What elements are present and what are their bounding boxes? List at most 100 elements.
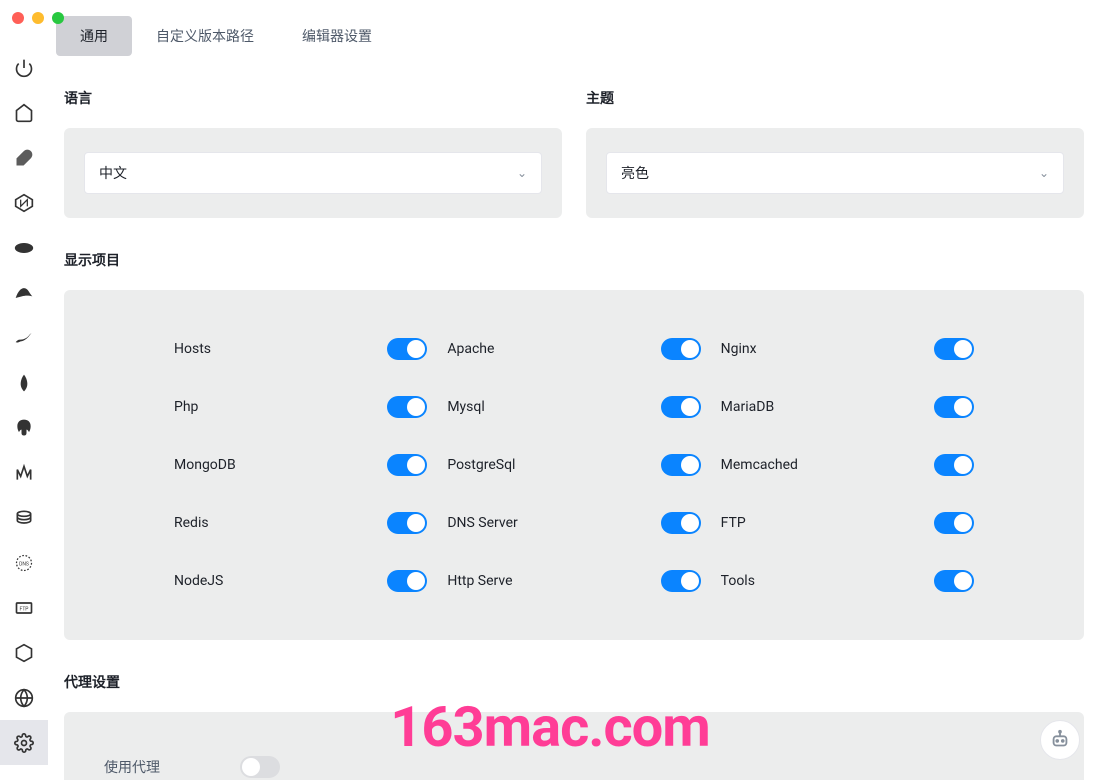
section-title-language: 语言	[64, 88, 562, 108]
toggle-label: MongoDB	[174, 457, 367, 473]
sidebar-item-php[interactable]	[0, 225, 48, 270]
tab-general[interactable]: 通用	[56, 16, 132, 56]
tabs: 通用 自定义版本路径 编辑器设置	[48, 0, 1100, 56]
proxy-switch[interactable]	[240, 756, 280, 778]
dns-icon: DNS	[14, 553, 34, 573]
toggle-switch[interactable]	[661, 570, 701, 592]
toggle-label: Redis	[174, 515, 367, 531]
sidebar-item-power[interactable]	[0, 45, 48, 90]
toggle-switch[interactable]	[934, 396, 974, 418]
theme-select-value: 亮色	[621, 163, 649, 183]
switch-knob	[242, 758, 260, 776]
tab-custom-path[interactable]: 自定义版本路径	[132, 16, 278, 56]
app-container: DNS FTP 通用 自定义版本路径 编辑器设置 语言	[0, 0, 1100, 780]
sidebar-item-apache[interactable]	[0, 135, 48, 180]
toggle-switch[interactable]	[387, 396, 427, 418]
sidebar-item-dns[interactable]: DNS	[0, 540, 48, 585]
maximize-window-button[interactable]	[52, 12, 64, 24]
switch-knob	[681, 340, 699, 358]
toggle-item: NodeJS	[174, 570, 427, 592]
svg-text:FTP: FTP	[20, 606, 29, 612]
php-icon	[14, 238, 34, 258]
toggle-item: FTP	[721, 512, 974, 534]
toggle-switch[interactable]	[387, 454, 427, 476]
sidebar-item-mysql[interactable]	[0, 270, 48, 315]
switch-knob	[954, 340, 972, 358]
toggle-switch[interactable]	[387, 570, 427, 592]
sidebar-item-ftp[interactable]: FTP	[0, 585, 48, 630]
svg-text:DNS: DNS	[19, 561, 29, 567]
switch-knob	[407, 456, 425, 474]
mysql-icon	[14, 283, 34, 303]
sidebar-item-nginx[interactable]	[0, 180, 48, 225]
switch-knob	[681, 514, 699, 532]
toggle-switch[interactable]	[387, 512, 427, 534]
close-window-button[interactable]	[12, 12, 24, 24]
toggle-switch[interactable]	[934, 338, 974, 360]
toggle-switch[interactable]	[387, 338, 427, 360]
nodejs-icon	[14, 643, 34, 663]
main-content: 通用 自定义版本路径 编辑器设置 语言 中文 ⌄ 主题	[48, 0, 1100, 780]
switch-knob	[954, 514, 972, 532]
sidebar-item-http[interactable]	[0, 675, 48, 720]
toggle-label: Apache	[447, 341, 640, 357]
mongodb-icon	[14, 373, 34, 393]
switch-knob	[407, 340, 425, 358]
toggle-switch[interactable]	[661, 396, 701, 418]
tab-editor-settings[interactable]: 编辑器设置	[278, 16, 396, 56]
chat-button[interactable]	[1040, 720, 1080, 760]
toggle-label: Http Serve	[447, 573, 640, 589]
toggle-label: Memcached	[721, 457, 914, 473]
section-title-proxy: 代理设置	[64, 672, 1084, 692]
sidebar-item-redis[interactable]	[0, 495, 48, 540]
switch-knob	[407, 514, 425, 532]
switch-knob	[681, 572, 699, 590]
sidebar-item-settings[interactable]	[0, 720, 48, 765]
theme-select[interactable]: 亮色 ⌄	[606, 152, 1064, 194]
feather-icon	[14, 148, 34, 168]
toggle-item: DNS Server	[447, 512, 700, 534]
toggle-label: Hosts	[174, 341, 367, 357]
home-icon	[14, 103, 34, 123]
window-controls	[12, 12, 64, 24]
sidebar-item-mariadb[interactable]	[0, 315, 48, 360]
switch-knob	[681, 456, 699, 474]
show-items-card: HostsApacheNginxPhpMysqlMariaDBMongoDBPo…	[64, 290, 1084, 640]
toggle-grid: HostsApacheNginxPhpMysqlMariaDBMongoDBPo…	[84, 314, 1064, 616]
language-select[interactable]: 中文 ⌄	[84, 152, 542, 194]
toggle-item: Memcached	[721, 454, 974, 476]
toggle-label: DNS Server	[447, 515, 640, 531]
power-icon	[14, 58, 34, 78]
toggle-switch[interactable]	[661, 338, 701, 360]
toggle-switch[interactable]	[934, 454, 974, 476]
toggle-switch[interactable]	[661, 512, 701, 534]
gear-icon	[14, 733, 34, 753]
toggle-item: Hosts	[174, 338, 427, 360]
ftp-icon: FTP	[14, 598, 34, 618]
sidebar-item-home[interactable]	[0, 90, 48, 135]
mariadb-icon	[14, 328, 34, 348]
toggle-switch[interactable]	[934, 512, 974, 534]
sidebar-item-postgresql[interactable]	[0, 405, 48, 450]
language-card: 中文 ⌄	[64, 128, 562, 218]
sidebar-item-nodejs[interactable]	[0, 630, 48, 675]
switch-knob	[954, 398, 972, 416]
toggle-item: MariaDB	[721, 396, 974, 418]
toggle-label: MariaDB	[721, 399, 914, 415]
minimize-window-button[interactable]	[32, 12, 44, 24]
toggle-label: Tools	[721, 573, 914, 589]
toggle-item: Http Serve	[447, 570, 700, 592]
toggle-switch[interactable]	[934, 570, 974, 592]
section-title-theme: 主题	[586, 88, 1084, 108]
toggle-switch[interactable]	[661, 454, 701, 476]
toggle-label: Php	[174, 399, 367, 415]
sidebar-item-mongodb[interactable]	[0, 360, 48, 405]
switch-knob	[954, 456, 972, 474]
content-scroll[interactable]: 语言 中文 ⌄ 主题 亮色 ⌄	[48, 56, 1100, 780]
toggle-label: Nginx	[721, 341, 914, 357]
language-select-value: 中文	[99, 163, 127, 183]
chevron-down-icon: ⌄	[1039, 166, 1049, 180]
toggle-item: Tools	[721, 570, 974, 592]
switch-knob	[407, 572, 425, 590]
sidebar-item-memcached[interactable]	[0, 450, 48, 495]
